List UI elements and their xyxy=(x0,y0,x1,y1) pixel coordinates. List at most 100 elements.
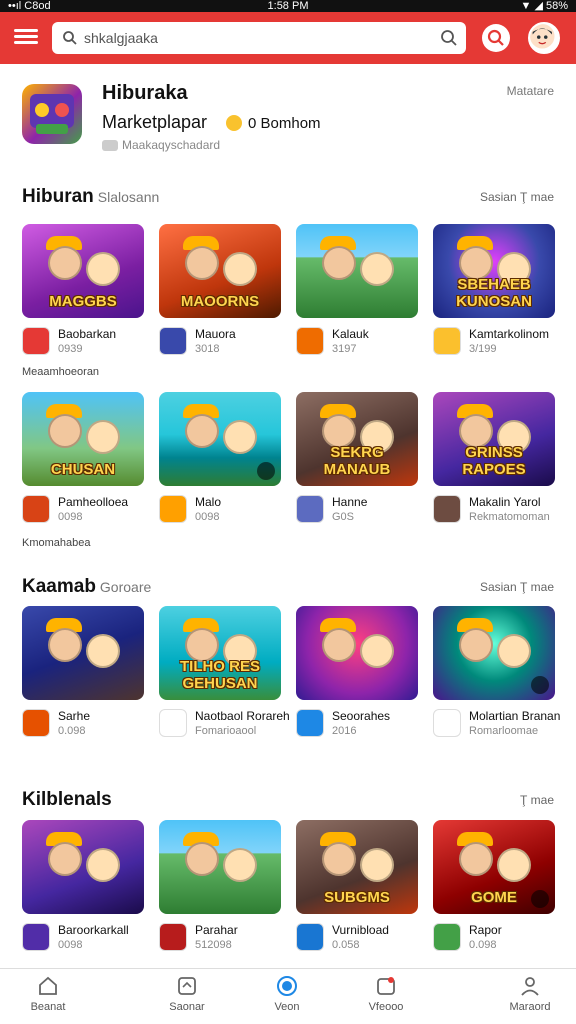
section-header: Kaamab Goroare Sasian Ţ mae xyxy=(0,576,576,600)
game-stat: G0S xyxy=(332,511,355,523)
game-name: Kamtarkolinom xyxy=(469,327,550,341)
character-face xyxy=(360,252,394,286)
section-title: Hiburan Slalosann xyxy=(22,186,160,207)
search-input[interactable] xyxy=(84,22,424,54)
game-thumbnail[interactable] xyxy=(22,606,144,700)
game-meta: Seoorahes 2016 xyxy=(296,700,418,740)
play-icon[interactable] xyxy=(257,462,275,480)
game-mini-icon xyxy=(433,327,461,355)
game-banner-text: MAGGBS xyxy=(49,293,117,310)
menu-icon[interactable] xyxy=(14,26,38,48)
game-thumbnail[interactable]: CHUSAN xyxy=(22,392,144,486)
character-face xyxy=(48,628,82,662)
game-thumbnail[interactable] xyxy=(433,606,555,700)
game-card[interactable]: GOME Rapor 0.098 xyxy=(433,820,555,954)
nav-item-veon[interactable]: Veon xyxy=(247,975,327,1013)
game-thumbnail[interactable]: GRINSS RAPOES xyxy=(433,392,555,486)
game-mini-icon xyxy=(296,327,324,355)
game-thumbnail[interactable]: SUBGMS xyxy=(296,820,418,914)
home-icon xyxy=(39,976,57,995)
game-thumbnail[interactable]: SBEHAEB KUNOSAN xyxy=(433,224,555,318)
game-thumbnail[interactable]: TILHO RES GEHUSAN xyxy=(159,606,281,700)
game-card[interactable]: Seoorahes 2016 xyxy=(296,606,418,740)
game-card[interactable]: SUBGMS Vurnibload 0.058 xyxy=(296,820,418,954)
app-header-action[interactable]: Matatare xyxy=(507,84,554,98)
game-thumbnail[interactable] xyxy=(22,820,144,914)
game-stat: 512098 xyxy=(195,939,232,951)
app-header: Hiburaka Marketplapar 0 Bomhom Maakaqysc… xyxy=(0,64,576,164)
character-face xyxy=(223,848,257,882)
game-thumbnail[interactable]: MAGGBS xyxy=(22,224,144,318)
game-mini-icon xyxy=(22,709,50,737)
game-meta: Vurnibload 0.058 xyxy=(296,914,418,954)
game-name: Makalin Yarol xyxy=(469,495,541,509)
game-meta: Baroorkarkall 0098 xyxy=(22,914,144,954)
avatar[interactable] xyxy=(528,22,560,54)
section-more-link[interactable]: Sasian Ţ mae xyxy=(480,580,554,594)
game-card[interactable]: Baroorkarkall 0098 xyxy=(22,820,144,954)
game-mini-icon xyxy=(159,495,187,523)
game-name: Pamheolloea xyxy=(58,495,129,509)
character-face xyxy=(86,634,120,668)
game-card[interactable]: Sarhe 0.098 xyxy=(22,606,144,740)
game-stat: Romarloomae xyxy=(469,725,539,737)
game-meta: Naotbaol Rorareh Fomarioaool xyxy=(159,700,290,740)
character-face xyxy=(185,414,219,448)
nav-item-video[interactable]: Vfeooo xyxy=(346,975,426,1013)
game-thumbnail[interactable]: MAOORNS xyxy=(159,224,281,318)
game-meta: Sarhe 0.098 xyxy=(22,700,144,740)
game-thumbnail[interactable] xyxy=(159,820,281,914)
character-face xyxy=(86,252,120,286)
game-stat: 3197 xyxy=(332,343,357,355)
game-card[interactable]: Parahar 512098 xyxy=(159,820,281,954)
game-card[interactable]: CHUSAN Pamheolloea 0098 xyxy=(22,392,144,526)
game-name: Hanne xyxy=(332,495,368,509)
section-title: Kaamab Goroare xyxy=(22,576,152,597)
app-title: Hiburaka xyxy=(102,82,188,104)
game-card[interactable]: Molartian Branan Romarloomae xyxy=(433,606,560,740)
nav-item-store[interactable]: Saonar xyxy=(147,975,227,1013)
game-card[interactable]: SBEHAEB KUNOSAN Kamtarkolinom 3/199 xyxy=(433,224,555,358)
game-banner-text: MAOORNS xyxy=(180,293,260,310)
game-mini-icon xyxy=(433,495,461,523)
section-caption: Kmomahabea xyxy=(22,537,91,549)
game-card[interactable]: MAOORNS Mauora 3018 xyxy=(159,224,281,358)
section-more-link[interactable]: Sasian Ţ mae xyxy=(480,190,554,204)
game-thumbnail[interactable] xyxy=(296,606,418,700)
game-name: Vurnibload xyxy=(332,923,389,937)
game-stat: 3/199 xyxy=(469,343,497,355)
play-icon[interactable] xyxy=(531,890,549,908)
game-meta: Hanne G0S xyxy=(296,486,418,526)
game-mini-icon xyxy=(433,923,461,951)
game-thumbnail[interactable] xyxy=(159,392,281,486)
search-submit-icon[interactable] xyxy=(440,29,458,47)
game-name: Sarhe xyxy=(58,709,91,723)
game-card[interactable]: Malo 0098 xyxy=(159,392,281,526)
game-card[interactable]: MAGGBS Baobarkan 0939 xyxy=(22,224,144,358)
game-card[interactable]: Kalauk 3197 xyxy=(296,224,418,358)
search-circle-icon[interactable] xyxy=(482,24,510,52)
app-logo-icon[interactable] xyxy=(22,84,82,144)
top-bar xyxy=(0,12,576,64)
character-face xyxy=(185,842,219,876)
section-caption: Meaamhoeoran xyxy=(22,366,100,378)
character-face xyxy=(322,246,356,280)
game-mini-icon xyxy=(296,923,324,951)
game-card[interactable]: SEKRG MANAUB Hanne G0S xyxy=(296,392,418,526)
nav-item-profile[interactable]: Maraord xyxy=(490,975,570,1013)
game-thumbnail[interactable] xyxy=(296,224,418,318)
search-bar[interactable] xyxy=(52,22,466,54)
game-thumbnail[interactable]: GOME xyxy=(433,820,555,914)
search-icon xyxy=(63,31,77,45)
play-icon[interactable] xyxy=(531,676,549,694)
game-thumbnail[interactable]: SEKRG MANAUB xyxy=(296,392,418,486)
game-card[interactable]: GRINSS RAPOES Makalin Yarol Rekmatomoman xyxy=(433,392,555,526)
character-face xyxy=(185,628,219,662)
game-card[interactable]: TILHO RES GEHUSAN Naotbaol Rorareh Fomario… xyxy=(159,606,290,740)
section-more-link[interactable]: Ţ mae xyxy=(520,793,554,807)
game-stat: 3018 xyxy=(195,343,220,355)
nav-item-home[interactable]: Beanat xyxy=(8,975,88,1013)
section-header: Hiburan Slalosann Sasian Ţ mae xyxy=(0,186,576,210)
game-mini-icon xyxy=(296,495,324,523)
game-banner-text: SEKRG MANAUB xyxy=(323,444,391,478)
